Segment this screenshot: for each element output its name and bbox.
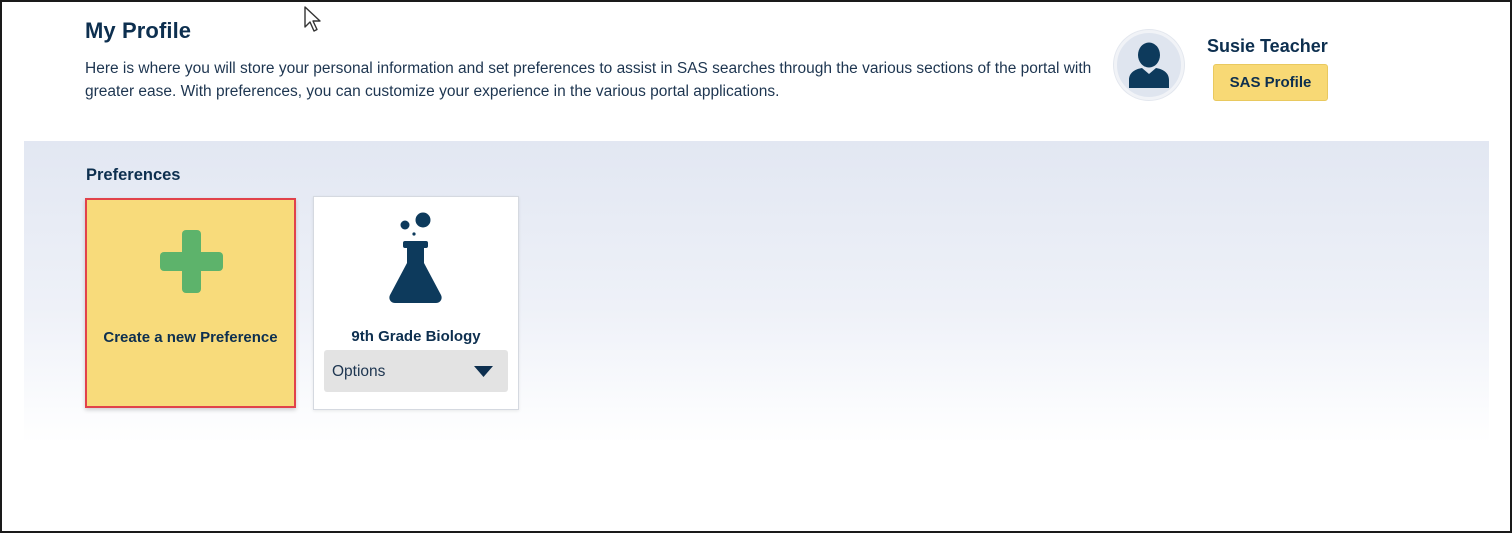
sas-profile-button[interactable]: SAS Profile (1213, 64, 1328, 101)
create-preference-card[interactable]: Create a new Preference (85, 198, 296, 408)
plus-icon (160, 230, 223, 293)
options-label: Options (332, 363, 386, 380)
avatar[interactable] (1114, 30, 1184, 100)
preferences-section: Preferences Create a new Preference 9th … (24, 141, 1489, 443)
page-title: My Profile (85, 18, 192, 43)
preference-card[interactable]: 9th Grade Biology Options (313, 196, 519, 410)
user-avatar-icon (1129, 42, 1169, 88)
preferences-title: Preferences (86, 166, 181, 184)
caret-down-icon (474, 366, 493, 377)
user-name: Susie Teacher (1207, 36, 1328, 56)
page-description: Here is where you will store your person… (85, 60, 1092, 100)
mouse-cursor-icon (304, 6, 321, 32)
app-frame: My Profile Here is where you will store … (0, 0, 1512, 533)
flask-icon (389, 212, 442, 303)
create-preference-label: Create a new Preference (103, 329, 278, 346)
preference-name: 9th Grade Biology (351, 328, 481, 345)
options-dropdown[interactable]: Options (324, 350, 508, 392)
